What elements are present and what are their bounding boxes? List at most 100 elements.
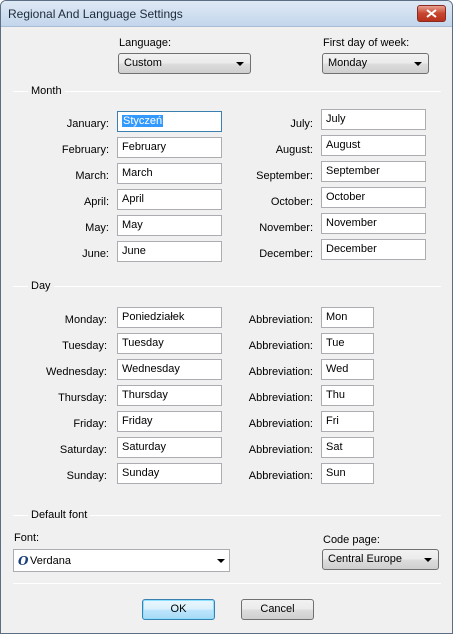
font-type-icon: O: [18, 554, 29, 568]
month-label: January:: [66, 118, 109, 130]
month-label: May:: [85, 222, 109, 234]
font-value: Verdana: [30, 555, 71, 567]
month-name-input[interactable]: September: [321, 161, 426, 182]
month-name-input[interactable]: Styczeń: [117, 111, 222, 132]
month-label: November:: [259, 222, 313, 234]
day-group-title: Day: [28, 280, 54, 292]
day-name-value: Tuesday: [122, 337, 164, 349]
day-name-input[interactable]: Wednesday: [117, 359, 222, 380]
month-name-input[interactable]: June: [117, 241, 222, 262]
day-label: Saturday:: [59, 444, 107, 456]
day-abbreviation-input[interactable]: Thu: [321, 385, 374, 406]
codepage-value: Central Europe: [328, 553, 402, 565]
month-name-input[interactable]: March: [117, 163, 222, 184]
day-name-value: Wednesday: [122, 363, 180, 375]
day-label: Tuesday:: [62, 340, 107, 352]
language-select[interactable]: Custom: [118, 53, 251, 74]
day-abbreviation-value: Thu: [326, 389, 345, 401]
abbreviation-label: Abbreviation:: [248, 366, 313, 378]
abbreviation-label: Abbreviation:: [248, 314, 313, 326]
first-day-value: Monday: [328, 57, 368, 69]
month-label: August:: [275, 144, 313, 156]
month-label: June:: [82, 248, 109, 260]
day-name-input[interactable]: Thursday: [117, 385, 222, 406]
month-name-input[interactable]: November: [321, 213, 426, 234]
month-name-input[interactable]: April: [117, 189, 222, 210]
day-abbreviation-value: Fri: [326, 415, 339, 427]
day-name-value: Sunday: [122, 467, 160, 479]
codepage-label: Code page:: [323, 534, 380, 546]
day-label: Friday:: [73, 418, 107, 430]
month-name-input[interactable]: May: [117, 215, 222, 236]
first-day-label: First day of week:: [323, 37, 410, 49]
close-button[interactable]: [417, 5, 446, 22]
day-abbreviation-value: Tue: [326, 337, 345, 349]
font-group-title: Default font: [28, 509, 91, 521]
month-label: October:: [270, 196, 313, 208]
abbreviation-label: Abbreviation:: [248, 444, 313, 456]
day-abbreviation-input[interactable]: Mon: [321, 307, 374, 328]
month-name-input[interactable]: August: [321, 135, 426, 156]
month-name-input[interactable]: July: [321, 109, 426, 130]
month-name-input[interactable]: October: [321, 187, 426, 208]
month-label: February:: [61, 144, 109, 156]
month-label: July:: [290, 118, 313, 130]
month-label: April:: [83, 196, 109, 208]
close-icon: [426, 9, 437, 18]
day-name-input[interactable]: Poniedziałek: [117, 307, 222, 328]
month-name-input[interactable]: December: [321, 239, 426, 260]
day-name-input[interactable]: Friday: [117, 411, 222, 432]
month-name-value: July: [326, 113, 346, 125]
codepage-select[interactable]: Central Europe: [322, 549, 439, 570]
day-name-value: Friday: [122, 415, 153, 427]
month-name-value: August: [326, 139, 361, 151]
chevron-down-icon: [424, 558, 432, 562]
ok-button[interactable]: OK: [142, 599, 215, 620]
day-abbreviation-input[interactable]: Sun: [321, 463, 374, 484]
month-name-value: June: [122, 245, 146, 257]
window-title: Regional And Language Settings: [8, 7, 183, 21]
month-group-title: Month: [28, 85, 65, 97]
day-name-value: Thursday: [122, 389, 168, 401]
month-name-value: October: [326, 191, 366, 203]
month-name-value: February: [122, 141, 167, 153]
day-abbreviation-input[interactable]: Tue: [321, 333, 374, 354]
day-name-input[interactable]: Sunday: [117, 463, 222, 484]
month-name-value: Styczeń: [122, 115, 164, 127]
first-day-select[interactable]: Monday: [322, 53, 429, 74]
day-name-input[interactable]: Tuesday: [117, 333, 222, 354]
day-label: Monday:: [64, 314, 107, 326]
day-name-input[interactable]: Saturday: [117, 437, 222, 458]
font-select[interactable]: O Verdana: [13, 549, 230, 572]
day-group-line: [13, 286, 441, 287]
bottom-separator: [13, 583, 441, 584]
day-abbreviation-value: Wed: [326, 363, 349, 375]
abbreviation-label: Abbreviation:: [248, 470, 313, 482]
day-abbreviation-input[interactable]: Fri: [321, 411, 374, 432]
day-abbreviation-input[interactable]: Sat: [321, 437, 374, 458]
month-label: September:: [256, 170, 313, 182]
abbreviation-label: Abbreviation:: [248, 340, 313, 352]
month-name-value: May: [122, 219, 143, 231]
settings-dialog: Regional And Language Settings Language:…: [0, 0, 453, 634]
day-abbreviation-value: Sat: [326, 441, 343, 453]
day-abbreviation-value: Mon: [326, 311, 348, 323]
month-name-value: November: [326, 217, 377, 229]
month-name-value: April: [122, 193, 145, 205]
month-name-input[interactable]: February: [117, 137, 222, 158]
cancel-button[interactable]: Cancel: [241, 599, 314, 620]
month-name-value: March: [122, 167, 153, 179]
month-group-line: [13, 91, 441, 92]
day-abbreviation-value: Sun: [326, 467, 346, 479]
month-name-value: December: [326, 243, 377, 255]
abbreviation-label: Abbreviation:: [248, 418, 313, 430]
day-abbreviation-input[interactable]: Wed: [321, 359, 374, 380]
day-name-value: Poniedziałek: [122, 311, 185, 323]
month-label: March:: [75, 170, 109, 182]
day-label: Sunday:: [66, 470, 107, 482]
chevron-down-icon: [236, 62, 244, 66]
font-label: Font:: [14, 532, 40, 544]
dialog-body: Language: Custom First day of week: Mond…: [1, 28, 452, 633]
abbreviation-label: Abbreviation:: [248, 392, 313, 404]
day-label: Wednesday:: [46, 366, 107, 378]
